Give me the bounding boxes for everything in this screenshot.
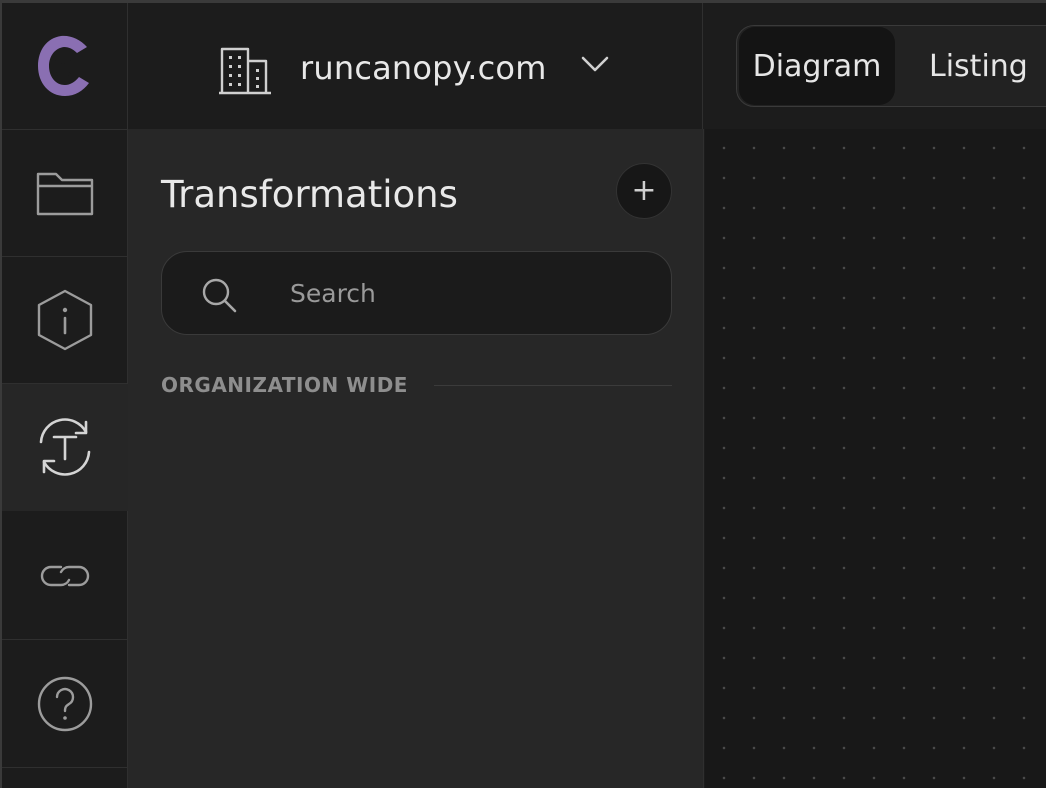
help-circle-icon bbox=[37, 676, 93, 732]
panel-title: Transformations bbox=[161, 173, 458, 216]
view-tabs: Diagram Listing bbox=[736, 25, 1046, 107]
canopy-logo-icon bbox=[38, 35, 89, 96]
logo-cell[interactable] bbox=[2, 3, 128, 130]
add-transformation-button[interactable]: + bbox=[616, 163, 672, 219]
rail-item-help[interactable] bbox=[2, 641, 128, 768]
org-name: runcanopy.com bbox=[300, 49, 547, 87]
section-label: ORGANIZATION WIDE bbox=[161, 373, 408, 397]
tab-diagram[interactable]: Diagram bbox=[739, 27, 895, 105]
plus-icon: + bbox=[631, 173, 657, 208]
rail-item-info[interactable] bbox=[2, 257, 128, 384]
search-box[interactable] bbox=[161, 251, 672, 335]
building-icon bbox=[219, 47, 271, 95]
icon-rail bbox=[2, 3, 128, 788]
rail-item-connections[interactable] bbox=[2, 513, 128, 640]
chevron-down-icon bbox=[581, 56, 609, 72]
transformations-panel: Transformations + ORGANIZATION WIDE bbox=[128, 129, 704, 788]
transform-cycle-icon bbox=[39, 418, 91, 476]
top-bar: runcanopy.com Diagram Listing bbox=[128, 3, 1046, 129]
rail-item-projects[interactable] bbox=[2, 130, 128, 257]
section-divider bbox=[433, 384, 672, 386]
search-icon bbox=[202, 278, 237, 313]
search-input[interactable] bbox=[290, 270, 650, 316]
tab-listing[interactable]: Listing bbox=[895, 27, 1044, 105]
app-window: runcanopy.com Diagram Listing Transforma… bbox=[0, 0, 1046, 788]
hexagon-info-icon bbox=[37, 289, 93, 351]
rail-item-transformations[interactable] bbox=[2, 384, 128, 511]
section-header-organization-wide: ORGANIZATION WIDE bbox=[161, 373, 672, 397]
folder-icon bbox=[36, 172, 94, 216]
org-switcher[interactable]: runcanopy.com bbox=[128, 3, 703, 129]
link-icon bbox=[40, 565, 90, 587]
diagram-canvas[interactable] bbox=[705, 129, 1046, 788]
